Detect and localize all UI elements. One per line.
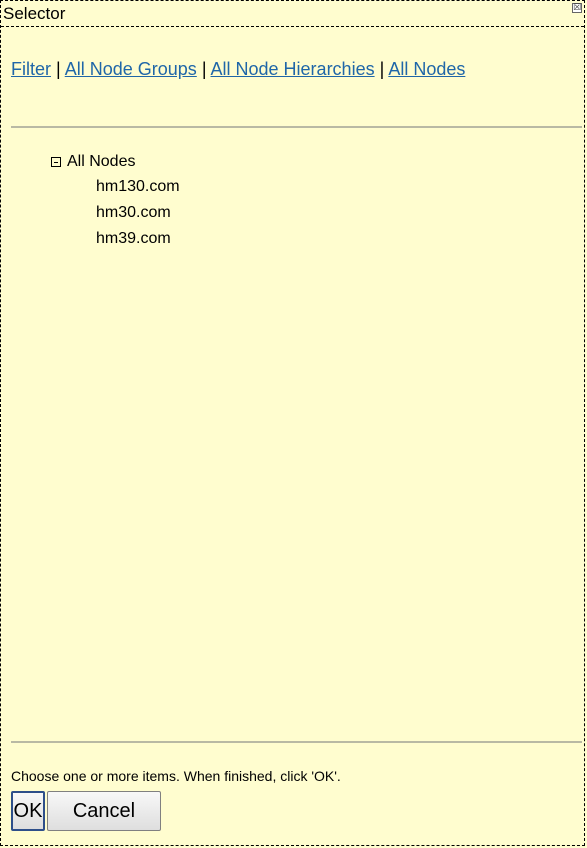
divider-bottom — [11, 741, 582, 743]
minus-box-icon[interactable] — [51, 157, 61, 167]
tree-root-label: All Nodes — [67, 153, 136, 170]
tree-root-all-nodes[interactable]: All Nodes — [51, 150, 180, 174]
nav-separator: | — [379, 59, 385, 79]
nav-separator: | — [201, 59, 207, 79]
nav-separator: | — [56, 59, 61, 79]
filter-link[interactable]: Filter — [11, 59, 51, 79]
all-node-hierarchies-link[interactable]: All Node Hierarchies — [211, 59, 375, 79]
button-row: OK Cancel — [11, 791, 161, 831]
nav-links: Filter | All Node Groups | All Node Hier… — [11, 55, 571, 84]
all-nodes-link[interactable]: All Nodes — [388, 59, 465, 79]
tree-item-node[interactable]: hm30.com — [96, 200, 180, 226]
cancel-button[interactable]: Cancel — [47, 791, 161, 831]
dialog-title: Selector — [3, 4, 66, 23]
title-bar: Selector ☒ — [1, 1, 584, 27]
tree-item-node[interactable]: hm130.com — [96, 174, 180, 200]
divider-top — [11, 126, 582, 128]
all-node-groups-link[interactable]: All Node Groups — [65, 59, 197, 79]
tree-item-node[interactable]: hm39.com — [96, 226, 180, 252]
instructions-text: Choose one or more items. When finished,… — [11, 768, 341, 784]
node-tree: All Nodes hm130.com hm30.com hm39.com — [51, 150, 180, 252]
selector-dialog: Selector ☒ Filter | All Node Groups | Al… — [0, 0, 585, 846]
ok-button[interactable]: OK — [11, 791, 45, 831]
close-icon[interactable]: ☒ — [572, 3, 582, 13]
